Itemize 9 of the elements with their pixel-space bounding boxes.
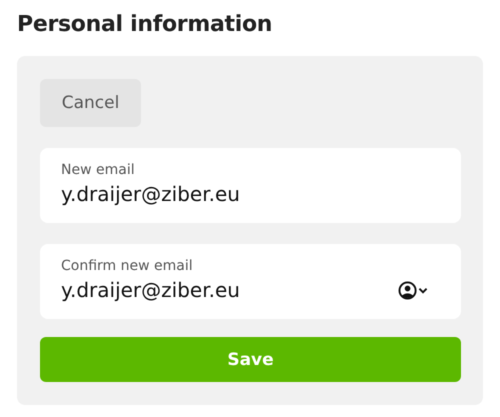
cancel-button[interactable]: Cancel (40, 79, 141, 127)
account-caret-icon[interactable] (398, 280, 429, 300)
email-input[interactable]: y.draijer@ziber.eu (61, 179, 441, 209)
page-title: Personal information (17, 11, 274, 39)
field-label: Confirm new email (61, 257, 194, 275)
input-field[interactable]: Confirm new email y.draijer@ziber.eu (40, 244, 461, 319)
input-field[interactable]: New email y.draijer@ziber.eu (40, 148, 461, 223)
field-label: New email (61, 161, 136, 179)
email-input[interactable]: y.draijer@ziber.eu (61, 275, 398, 305)
